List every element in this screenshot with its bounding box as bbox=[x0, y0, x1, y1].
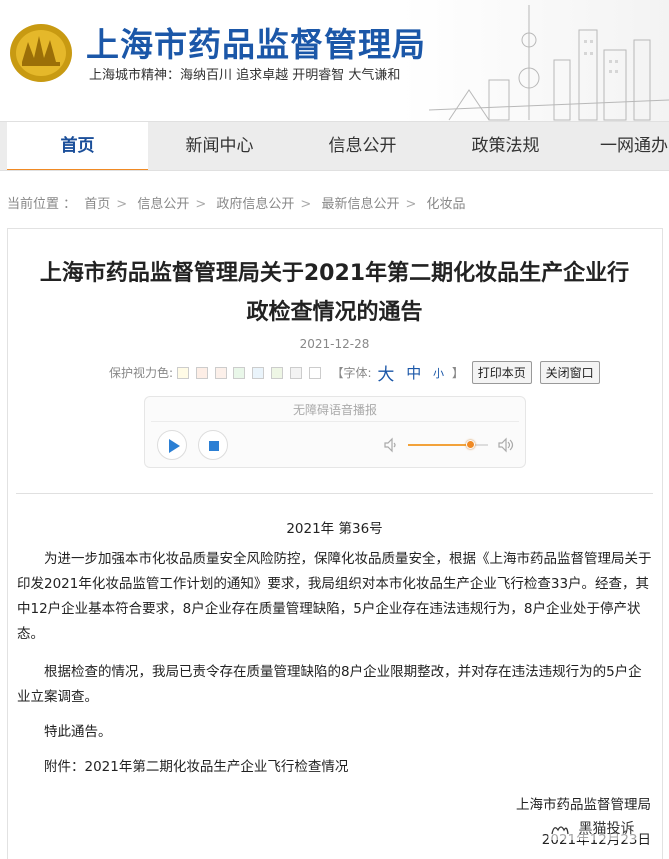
breadcrumb-link-gov-info[interactable]: 政府信息公开 bbox=[216, 197, 294, 212]
breadcrumb-link-info[interactable]: 信息公开 bbox=[137, 197, 189, 212]
color-swatch[interactable] bbox=[233, 366, 246, 379]
volume-high-icon[interactable] bbox=[497, 437, 515, 453]
reading-tools: 保护视力色: 【字体: 大 中 小 】 打印本页 关闭窗口 bbox=[109, 360, 600, 385]
publish-date: 2021-12-28 bbox=[299, 337, 370, 351]
color-swatch[interactable] bbox=[308, 366, 321, 379]
nav-item-info-disclosure[interactable]: 信息公开 bbox=[291, 122, 434, 170]
breadcrumb-link-latest[interactable]: 最新信息公开 bbox=[321, 197, 399, 212]
font-size-label: 【字体: bbox=[331, 366, 372, 380]
watermark-text: 黑猫投诉 bbox=[578, 821, 635, 837]
nav-item-policy[interactable]: 政策法规 bbox=[434, 122, 577, 170]
color-swatch[interactable] bbox=[176, 366, 189, 379]
breadcrumb-separator: > bbox=[195, 197, 207, 212]
content-divider bbox=[16, 493, 653, 494]
color-swatch[interactable] bbox=[252, 366, 265, 379]
breadcrumb-prefix: 当前位置 ： bbox=[7, 197, 77, 212]
stop-button[interactable] bbox=[198, 430, 228, 460]
skyline-illustration bbox=[429, 5, 669, 121]
font-size-medium-button[interactable]: 中 bbox=[406, 362, 421, 383]
main-nav: 首页 新闻中心 信息公开 政策法规 一网通办 bbox=[0, 121, 669, 171]
play-icon bbox=[169, 439, 180, 453]
stop-icon bbox=[209, 441, 219, 451]
watermark: 黑猫投诉 bbox=[548, 818, 637, 840]
site-header: 上海市药品监督管理局 上海城市精神：海纳百川 追求卓越 开明睿智 大气谦和 bbox=[0, 0, 669, 121]
site-title[interactable]: 上海市药品监督管理局 bbox=[86, 18, 426, 66]
cat-logo-icon bbox=[551, 826, 569, 835]
font-size-small-button[interactable]: 小 bbox=[433, 365, 444, 381]
player-divider bbox=[151, 421, 519, 422]
breadcrumb-link-cosmetics[interactable]: 化妆品 bbox=[427, 197, 466, 212]
breadcrumb-link-home[interactable]: 首页 bbox=[84, 197, 110, 212]
document-number: 2021年 第36号 bbox=[286, 521, 383, 537]
color-swatch[interactable] bbox=[271, 366, 284, 379]
nav-item-news[interactable]: 新闻中心 bbox=[148, 122, 291, 170]
print-button[interactable]: 打印本页 bbox=[471, 361, 532, 384]
nav-item-one-stop-service[interactable]: 一网通办 bbox=[600, 122, 669, 170]
nav-item-home[interactable]: 首页 bbox=[7, 122, 148, 170]
volume-slider-handle[interactable] bbox=[466, 440, 476, 449]
body-paragraph: 根据检查的情况，我局已责令存在质量管理缺陷的8户企业限期整改，并对存在违法违规行… bbox=[17, 664, 642, 705]
eye-protect-color-label: 保护视力色: bbox=[109, 366, 174, 380]
breadcrumb-separator: > bbox=[405, 197, 417, 212]
color-swatch[interactable] bbox=[214, 366, 227, 379]
font-size-large-button[interactable]: 大 bbox=[377, 360, 394, 385]
volume-fill bbox=[408, 444, 471, 446]
play-button[interactable] bbox=[157, 430, 187, 460]
font-size-bracket: 】 bbox=[451, 366, 464, 380]
player-title: 无障碍语音播报 bbox=[292, 403, 377, 417]
breadcrumb: 当前位置 ： 首页 > 信息公开 > 政府信息公开 > 最新信息公开 > 化妆品 bbox=[7, 193, 470, 212]
issuer-signature: 上海市药品监督管理局 bbox=[516, 797, 651, 813]
city-spirit-slogan: 上海城市精神：海纳百川 追求卓越 开明睿智 大气谦和 bbox=[89, 68, 401, 83]
color-swatch[interactable] bbox=[195, 366, 208, 379]
attachment-link[interactable]: 附件：2021年第二期化妆品生产企业飞行检查情况 bbox=[17, 755, 654, 780]
audio-player: 无障碍语音播报 bbox=[144, 396, 526, 468]
breadcrumb-separator: > bbox=[300, 197, 312, 212]
volume-low-icon[interactable] bbox=[383, 437, 399, 453]
body-paragraph: 特此通告。 bbox=[44, 724, 112, 740]
article-title: 上海市药品监督管理局关于2021年第二期化妆品生产企业行 政检查情况的通告 bbox=[0, 254, 669, 332]
article-title-line: 上海市药品监督管理局关于2021年第二期化妆品生产企业行 bbox=[39, 261, 630, 286]
color-swatch[interactable] bbox=[289, 366, 302, 379]
volume-slider[interactable] bbox=[408, 440, 488, 449]
article-title-line: 政检查情况的通告 bbox=[246, 300, 423, 325]
close-window-button[interactable]: 关闭窗口 bbox=[539, 361, 600, 384]
body-paragraph: 为进一步加强本市化妆品质量安全风险防控，保障化妆品质量安全，根据《上海市药品监督… bbox=[17, 551, 652, 642]
breadcrumb-separator: > bbox=[116, 197, 128, 212]
site-logo[interactable] bbox=[8, 22, 74, 84]
